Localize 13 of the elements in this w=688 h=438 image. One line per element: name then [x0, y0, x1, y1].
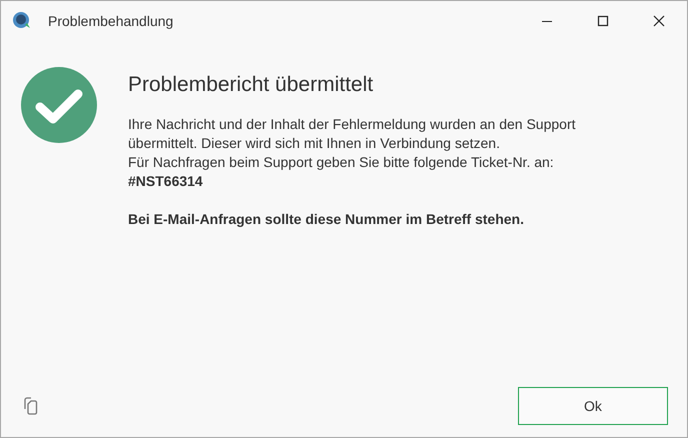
checkmark-icon [21, 67, 97, 143]
window-title: Problembehandlung [48, 13, 174, 29]
ok-button[interactable]: Ok [518, 387, 668, 425]
message-text: Für Nachfragen beim Support geben Sie bitte folgende Ticket-Nr. an: [128, 153, 555, 172]
message-text: übermittelt. Dieser wird sich mit Ihnen in Verbindung setzen. [128, 134, 501, 153]
app-logo-icon [12, 11, 32, 31]
close-icon[interactable] [653, 15, 665, 27]
message-heading: Problembericht übermittelt [128, 73, 374, 97]
ticket-number: #NST66314 [128, 172, 204, 191]
maximize-icon[interactable] [597, 15, 609, 27]
note-text: Bei E-Mail-Anfragen sollte diese Nummer im Betreff stehen. [128, 210, 525, 229]
message-text: Ihre Nachricht und der Inhalt der Fehlermeldung wurden an den Support [128, 115, 576, 134]
copy-icon[interactable] [22, 397, 38, 415]
